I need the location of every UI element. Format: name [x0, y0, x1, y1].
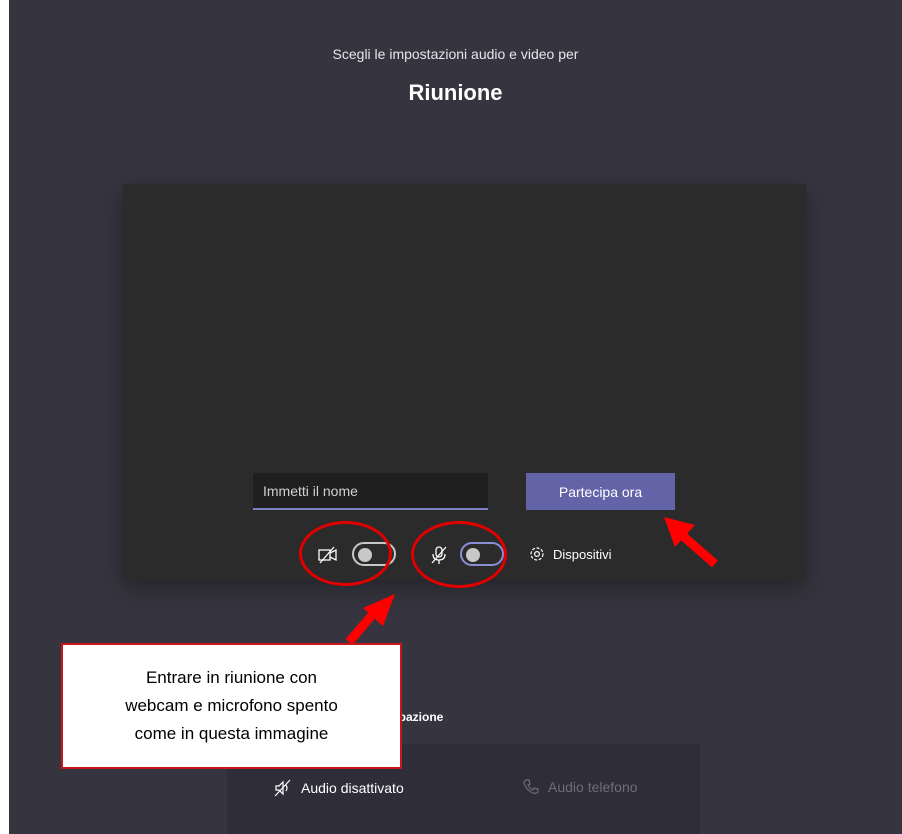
join-now-button[interactable]: Partecipa ora	[526, 473, 675, 510]
audio-off-option[interactable]: Audio disattivato	[273, 778, 404, 798]
page-title: Riunione	[408, 80, 503, 105]
name-input[interactable]	[253, 473, 488, 510]
annotation-callout: Entrare in riunione con webcam e microfo…	[61, 643, 402, 769]
gear-icon	[528, 545, 546, 563]
phone-audio-option[interactable]: Audio telefono	[522, 778, 638, 796]
microphone-highlight-circle	[411, 521, 507, 588]
video-highlight-circle	[299, 521, 392, 586]
join-arrow-icon	[664, 517, 718, 568]
phone-audio-label: Audio telefono	[548, 779, 638, 795]
page-subtitle: Scegli le impostazioni audio e video per	[332, 46, 579, 62]
annotation-line: Entrare in riunione con	[145, 668, 318, 687]
audio-off-label: Audio disattivato	[301, 780, 404, 796]
phone-icon	[522, 778, 540, 796]
devices-label: Dispositivi	[553, 546, 612, 562]
toggles-arrow-icon	[345, 594, 395, 645]
speaker-off-icon	[273, 778, 293, 798]
annotation-line: come in questa immagine	[134, 724, 329, 743]
devices-button[interactable]: Dispositivi	[528, 541, 612, 567]
annotation-line: webcam e microfono spento	[125, 696, 338, 715]
